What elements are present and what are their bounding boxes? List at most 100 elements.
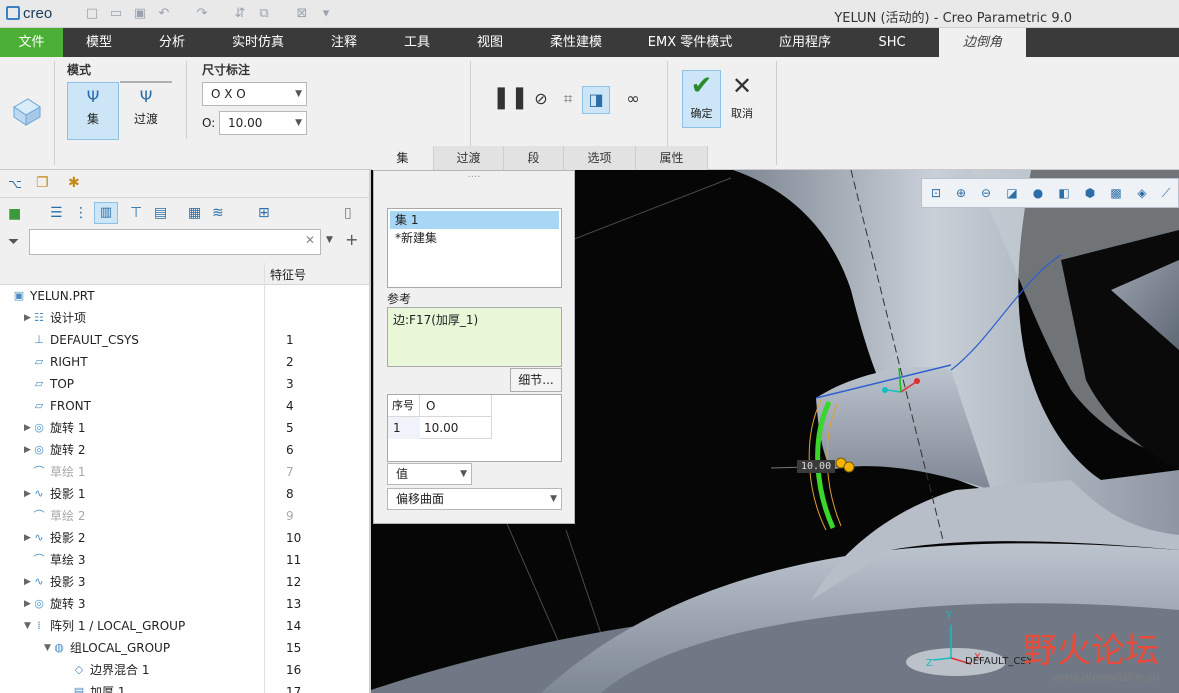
mesh-preview-icon[interactable]: ⌗	[556, 89, 580, 109]
tab-analysis[interactable]: 分析	[135, 28, 209, 57]
tree-list-icon[interactable]: ☰	[50, 205, 63, 221]
tree-item[interactable]: ⊥ DEFAULT_CSYS 1	[0, 329, 371, 351]
cancel-button[interactable]: ✕ 取消	[724, 70, 760, 128]
pause-icon[interactable]: ❚❚	[492, 85, 529, 113]
display-style-icon[interactable]: ●	[1030, 185, 1046, 201]
table-row-radius-value[interactable]: 10.00	[420, 417, 492, 439]
ok-button[interactable]: ✔ 确定	[682, 70, 721, 128]
tab-emx[interactable]: EMX 零件模式	[625, 28, 755, 57]
new-file-icon[interactable]: □	[84, 6, 100, 22]
subtab-properties[interactable]: 属性	[636, 146, 708, 170]
tree-item[interactable]: ◇ 边界混合 1 16	[0, 659, 371, 681]
tree-item[interactable]: ▶ ◎ 旋转 26	[0, 439, 371, 461]
zoom-out-icon[interactable]: ⊖	[978, 185, 994, 201]
tree-item-feature-id: 14	[286, 619, 302, 633]
layers-icon[interactable]: ▦	[188, 205, 201, 221]
radius-input[interactable]: 10.00 ▼	[219, 111, 307, 135]
tab-annotate[interactable]: 注释	[307, 28, 381, 57]
tab-model[interactable]: 模型	[63, 28, 135, 57]
redo-icon[interactable]: ↷	[194, 6, 210, 22]
stack-icon[interactable]: ≋	[212, 205, 224, 221]
solid-preview-icon[interactable]: ◨	[582, 86, 610, 114]
round-method-dropdown[interactable]: 偏移曲面 ▼	[387, 488, 562, 510]
subtab-options[interactable]: 选项	[564, 146, 636, 170]
section-icon[interactable]: ◈	[1134, 185, 1150, 201]
tree-item[interactable]: ⌒ 草绘 1 7	[0, 461, 371, 483]
tree-item[interactable]: ▱ TOP 3	[0, 373, 371, 395]
chevron-down-icon[interactable]: ▼	[326, 235, 333, 245]
tree-item[interactable]: ▱ RIGHT 2	[0, 351, 371, 373]
tree-columns-icon[interactable]: ▥	[94, 202, 118, 224]
feature-id-column-header[interactable]: 特征号	[270, 266, 306, 283]
tab-edge-round[interactable]: 边倒角	[939, 28, 1026, 57]
tab-file[interactable]: 文件	[0, 28, 63, 57]
datum-display-icon[interactable]: ⟋	[1158, 185, 1174, 201]
zoom-in-icon[interactable]: ⊕	[953, 185, 969, 201]
tab-shc[interactable]: SHC	[855, 28, 929, 57]
refit-icon[interactable]: ⊡	[928, 185, 944, 201]
value-mode-dropdown[interactable]: 值 ▼	[387, 463, 472, 485]
tree-settings-icon[interactable]: ▤	[154, 205, 167, 221]
tree-filter-icon[interactable]: ⊤	[130, 205, 142, 221]
ribbon-separator	[186, 61, 187, 139]
tree-item[interactable]: ▤ 加厚 1 17	[0, 681, 371, 693]
no-preview-icon[interactable]: ⊘	[531, 89, 551, 109]
reference-item[interactable]: 边:F17(加厚_1)	[393, 311, 478, 328]
close-window-icon[interactable]: ⊠	[294, 6, 310, 22]
add-column-icon[interactable]: +	[345, 230, 358, 249]
tree-item-label: 投影 1	[50, 487, 86, 501]
hierarchy-icon[interactable]: ⊞	[258, 205, 270, 221]
perspective-icon[interactable]: ▩	[1108, 185, 1124, 201]
tab-live-simulation[interactable]: 实时仿真	[209, 28, 307, 57]
radius-dimension-label[interactable]: 10.00	[797, 460, 836, 473]
tree-item[interactable]: ⌒ 草绘 3 11	[0, 549, 371, 571]
tab-view[interactable]: 视图	[453, 28, 527, 57]
tab-applications[interactable]: 应用程序	[755, 28, 855, 57]
tree-item[interactable]: ▶ ∿ 投影 3 12	[0, 571, 371, 593]
subtab-sets[interactable]: 集	[372, 146, 434, 170]
tree-item[interactable]: ▣ YELUN.PRT	[0, 285, 371, 307]
tree-item[interactable]: ▶ ◎ 旋转 15	[0, 417, 371, 439]
windows-icon[interactable]: ⧉	[256, 6, 272, 22]
view-manager-icon[interactable]: ⬢	[1082, 185, 1098, 201]
tab-tools[interactable]: 工具	[381, 28, 453, 57]
edge-round-feature-icon	[10, 95, 42, 127]
subtab-transitions[interactable]: 过渡	[434, 146, 504, 170]
round-shape-dropdown[interactable]: O X O ▼	[202, 82, 307, 106]
clear-search-icon[interactable]: ✕	[305, 233, 315, 247]
model-tree-tab-icon[interactable]: ⌥	[8, 177, 22, 191]
tree-item[interactable]: ⌒ 草绘 2 9	[0, 505, 371, 527]
tree-item[interactable]: ▶ ∿ 投影 2 10	[0, 527, 371, 549]
model-icon[interactable]: ■	[8, 206, 21, 222]
subtab-pieces[interactable]: 段	[504, 146, 564, 170]
save-icon[interactable]: ▣	[132, 6, 148, 22]
mode-transition-button[interactable]: Ψ 过渡	[120, 84, 172, 140]
tree-search-input[interactable]	[29, 229, 321, 255]
panel-drag-handle[interactable]: ····	[374, 173, 574, 183]
tree-item[interactable]: ▶ ◎ 旋转 3 13	[0, 593, 371, 615]
saved-orientations-icon[interactable]: ◧	[1056, 185, 1072, 201]
dim-group-label: 尺寸标注	[202, 63, 251, 77]
repaint-icon[interactable]: ◪	[1004, 185, 1020, 201]
set-item[interactable]: 集 1	[390, 211, 559, 229]
undo-icon[interactable]: ↶	[156, 6, 172, 22]
regenerate-icon[interactable]: ⇵	[232, 6, 248, 22]
tree-item[interactable]: ▶ ∿ 投影 18	[0, 483, 371, 505]
tree-collapse-icon[interactable]: ⋮	[74, 205, 88, 221]
customize-toolbar-icon[interactable]: ▾	[318, 6, 334, 22]
favorites-icon[interactable]: ✱	[68, 175, 80, 191]
new-set-item[interactable]: *新建集	[390, 229, 559, 247]
tree-item[interactable]: ▼ ⁞ 阵列 1 / LOCAL_GROUP 14	[0, 615, 371, 637]
tree-item[interactable]: ▱ FRONT 4	[0, 395, 371, 417]
tab-flexible-modeling[interactable]: 柔性建模	[527, 28, 625, 57]
mode-set-button[interactable]: Ψ 集	[67, 82, 119, 140]
details-button[interactable]: 细节...	[510, 368, 562, 392]
tree-item-feature-id: 13	[286, 597, 302, 611]
tree-item[interactable]: ▼ ◍ 组LOCAL_GROUP 15	[0, 637, 371, 659]
folder-browser-icon[interactable]: ❐	[36, 175, 49, 191]
verify-glasses-icon[interactable]: ∞	[618, 89, 648, 109]
references-collector[interactable]: 边:F17(加厚_1)	[387, 307, 562, 367]
open-file-icon[interactable]: ▭	[108, 6, 124, 22]
tree-item[interactable]: ▶ ☷ 设计项	[0, 307, 371, 329]
properties-icon[interactable]: ▯	[344, 205, 352, 221]
